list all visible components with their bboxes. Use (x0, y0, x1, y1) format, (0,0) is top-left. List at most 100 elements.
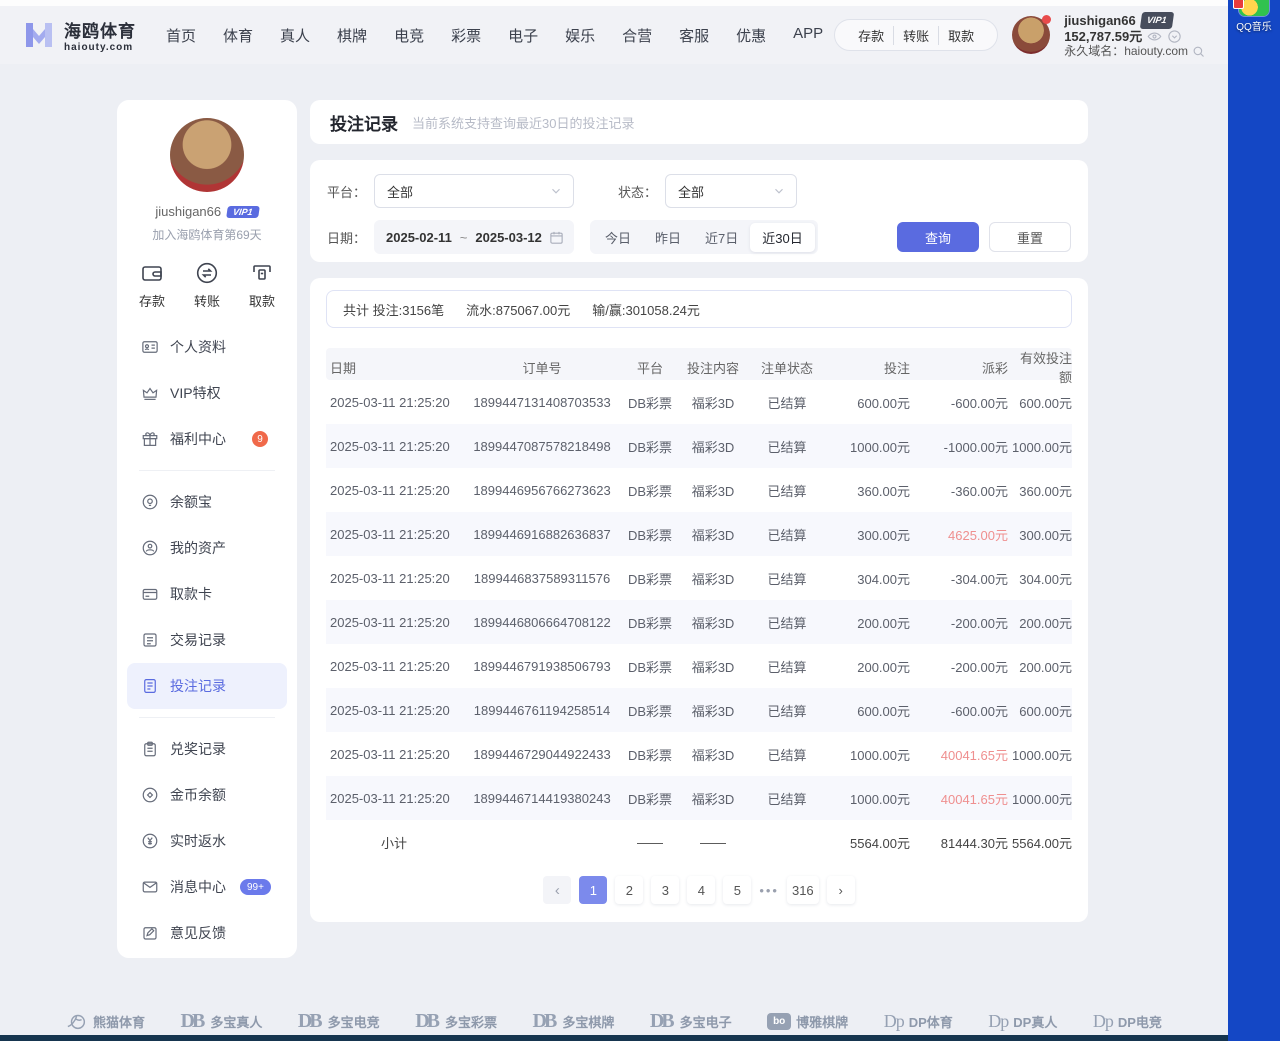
wallet-action[interactable]: 存款 (849, 26, 893, 45)
nav-item[interactable]: APP (793, 25, 823, 46)
site-logo[interactable]: 海鸥体育 haiouty.com (22, 17, 136, 53)
last-page-button[interactable]: 316 (787, 876, 819, 904)
divider (139, 470, 275, 471)
page-button[interactable]: 3 (651, 876, 679, 904)
range-button[interactable]: 近7日 (693, 223, 750, 252)
cell-payout: 40041.65元 (910, 745, 1008, 764)
cell-status: 已结算 (748, 789, 826, 808)
transfer-action[interactable]: 转账 (194, 261, 220, 310)
search-icon[interactable] (1191, 44, 1206, 59)
dp-logo-icon: Dp (1093, 1011, 1113, 1032)
summary-item: 共计 投注:3156笔 (343, 300, 444, 319)
partner-logos: 熊猫体育 DB 多宝真人 DB 多宝电竞 DB 多宝彩票 DB 多宝棋牌 DB … (0, 1007, 1228, 1035)
nav-item[interactable]: 电竞 (394, 25, 424, 46)
balance: 152,787.59元 (1064, 29, 1142, 44)
table-row: 2025-03-11 21:25:20 1899446837589311576 … (326, 556, 1072, 600)
nav-item[interactable]: 真人 (280, 25, 310, 46)
qq-music-label[interactable]: QQ音乐 (1228, 18, 1280, 33)
sidebar-item-assets[interactable]: 我的资产 (127, 525, 287, 571)
sidebar-item-rebate[interactable]: 实时返水 (127, 818, 287, 864)
page-button[interactable]: 5 (723, 876, 751, 904)
eye-icon[interactable] (1147, 29, 1162, 44)
next-page-button[interactable]: › (827, 876, 855, 904)
sidebar-item-bet-records[interactable]: 投注记录 (127, 663, 287, 709)
sidebar-item-transactions[interactable]: 交易记录 (127, 617, 287, 663)
page-button[interactable]: 2 (615, 876, 643, 904)
platform-select[interactable]: 全部 (374, 174, 574, 208)
cell-bet: 1000.00元 (826, 437, 910, 456)
brand-panda-sports[interactable]: 熊猫体育 (66, 1010, 145, 1032)
summary-item: 流水:875067.00元 (466, 300, 570, 319)
main-nav: 首页 体育 真人 棋牌 电竞 彩票 电子 娱乐 合营 客服 优惠 APP (166, 25, 823, 46)
cell-status: 已结算 (748, 525, 826, 544)
cell-order: 1899446837589311576 (462, 571, 622, 586)
sidebar-item-withdraw-card[interactable]: 取款卡 (127, 571, 287, 617)
brand-dp-sports[interactable]: Dp DP体育 (884, 1011, 953, 1032)
nav-item[interactable]: 优惠 (736, 25, 766, 46)
brand-db-esports[interactable]: DB 多宝电竞 (298, 1010, 380, 1033)
sidebar-item-prize-records[interactable]: 兑奖记录 (127, 726, 287, 772)
page-button[interactable]: 1 (579, 876, 607, 904)
sidebar-item-welfare[interactable]: 福利中心 9 (127, 416, 287, 462)
cell-bet: 304.00元 (826, 569, 910, 588)
page-button[interactable]: 4 (687, 876, 715, 904)
brand-dp-esports[interactable]: Dp DP电竞 (1093, 1011, 1162, 1032)
nav-item[interactable]: 客服 (679, 25, 709, 46)
range-button[interactable]: 今日 (593, 223, 643, 252)
nav-item[interactable]: 棋牌 (337, 25, 367, 46)
chevron-down-icon (549, 184, 563, 198)
search-button[interactable]: 查询 (897, 222, 979, 252)
chevron-down-circle-icon[interactable] (1167, 29, 1182, 44)
pagination-ellipsis[interactable]: ••• (759, 883, 779, 898)
cell-platform: DB彩票 (622, 569, 678, 588)
profile-avatar[interactable] (170, 118, 244, 192)
cell-valid: 360.00元 (1008, 481, 1072, 500)
prev-page-button[interactable]: ‹ (543, 876, 571, 904)
brand-db-slots[interactable]: DB 多宝电子 (650, 1010, 732, 1033)
wallet-action[interactable]: 转账 (893, 26, 938, 45)
cell-status: 已结算 (748, 701, 826, 720)
wallet-icon (140, 261, 164, 285)
cell-content: 福彩3D (678, 657, 748, 676)
nav-item[interactable]: 合营 (622, 25, 652, 46)
brand-db-chess[interactable]: DB 多宝棋牌 (533, 1010, 615, 1033)
sidebar-item-feedback[interactable]: 意见反馈 (127, 910, 287, 956)
sidebar-item-vip[interactable]: VIP特权 (127, 370, 287, 416)
nav-item[interactable]: 娱乐 (565, 25, 595, 46)
sidebar-vip-badge: VIP1 (226, 206, 259, 218)
nav-item[interactable]: 电子 (508, 25, 538, 46)
range-button[interactable]: 昨日 (643, 223, 693, 252)
browser-page: 海鸥体育 haiouty.com 首页 体育 真人 棋牌 电竞 彩票 电子 娱乐 合营 客服 优惠 A… (0, 0, 1228, 1041)
brand-db-live[interactable]: DB 多宝真人 (181, 1010, 263, 1033)
nav-item[interactable]: 首页 (166, 25, 196, 46)
brand-dp-live[interactable]: Dp DP真人 (988, 1011, 1057, 1032)
subtotal-bet: 5564.00元 (826, 833, 910, 852)
cell-platform: DB彩票 (622, 745, 678, 764)
brand-db-lottery[interactable]: DB 多宝彩票 (415, 1010, 497, 1033)
withdraw-action[interactable]: 取款 (249, 261, 275, 310)
date-range-input[interactable]: 2025-02-11 ~ 2025-03-12 (374, 220, 574, 254)
sidebar-item-yuebao[interactable]: 余额宝 (127, 479, 287, 525)
range-button[interactable]: 近30日 (750, 223, 814, 252)
nav-item[interactable]: 彩票 (451, 25, 481, 46)
deposit-action[interactable]: 存款 (139, 261, 165, 310)
cell-bet: 1000.00元 (826, 745, 910, 764)
sidebar-item-messages[interactable]: 消息中心 99+ (127, 864, 287, 910)
status-select[interactable]: 全部 (665, 174, 797, 208)
screen: QQ音乐 海鸥体育 haiouty.com 首页 体育 真人 棋牌 电竞 彩票 电子 娱乐 合营… (0, 0, 1280, 1041)
brand-boya-chess[interactable]: bo 博雅棋牌 (767, 1012, 848, 1031)
cell-platform: DB彩票 (622, 789, 678, 808)
calendar-icon[interactable] (549, 230, 564, 245)
reset-button[interactable]: 重置 (989, 222, 1071, 252)
avatar[interactable] (1012, 16, 1050, 54)
cell-valid: 1000.00元 (1008, 437, 1072, 456)
logo-icon (22, 19, 56, 51)
sidebar-item-coin-balance[interactable]: 金币余额 (127, 772, 287, 818)
nav-item[interactable]: 体育 (223, 25, 253, 46)
wallet-action[interactable]: 取款 (938, 26, 983, 45)
qq-music-desktop-icon[interactable] (1239, 0, 1269, 16)
sidebar-item-profile[interactable]: 个人资料 (127, 324, 287, 370)
cell-payout: -360.00元 (910, 481, 1008, 500)
cell-order: 1899446806664708122 (462, 615, 622, 630)
wallet-quick-actions: 存款转账取款 (834, 19, 998, 51)
